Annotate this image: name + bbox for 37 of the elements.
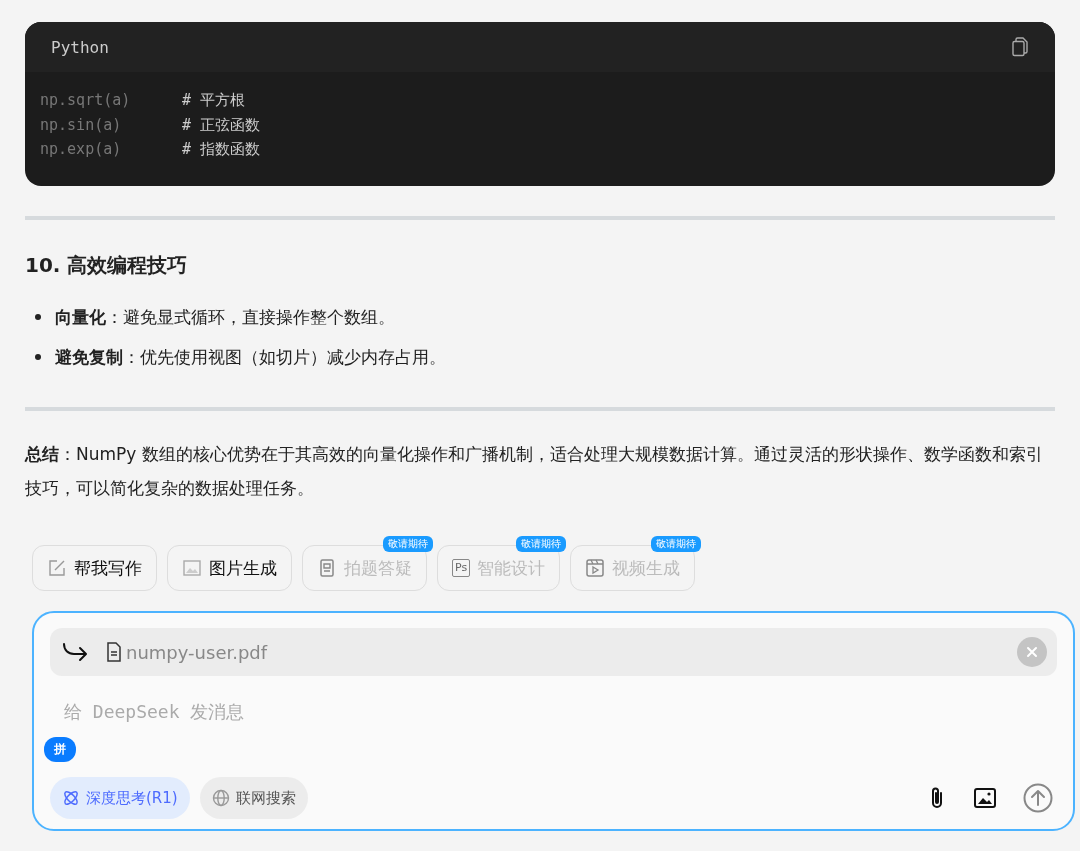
bullet-dot	[35, 354, 41, 360]
code-comment: # 指数函数	[182, 139, 261, 160]
paperclip-icon[interactable]	[929, 785, 945, 811]
attachment-filename: numpy-user.pdf	[126, 641, 268, 663]
coming-soon-badge: 敬请期待	[383, 536, 433, 552]
image-icon	[182, 558, 202, 578]
quick-action-button[interactable]: 图片生成	[167, 545, 292, 591]
message-input[interactable]: 给 DeepSeek 发消息	[62, 700, 666, 723]
reply-arrow-icon	[62, 642, 88, 662]
bullet-text: 避免复制：优先使用视图（如切片）减少内存占用。	[55, 345, 446, 369]
file-icon	[106, 642, 122, 662]
atom-icon	[62, 789, 80, 807]
summary-paragraph: 总结：NumPy 数组的核心优势在于其高效的向量化操作和广播机制，适合处理大规模数据计算。通过灵活的形状操作、数学函数和索引技巧，可以简化复杂的数据处理任务。	[25, 443, 1044, 500]
code-text: np.sin(a)	[40, 114, 123, 136]
code-comment: # 正弦函数	[182, 114, 261, 136]
video-icon	[585, 558, 606, 578]
bullet-dot	[35, 314, 41, 320]
code-text: np.exp(a)	[40, 139, 123, 160]
mode-toggle[interactable]: 深度思考(R1)	[50, 777, 190, 819]
globe-icon	[211, 789, 230, 807]
coming-soon-badge: 敬请期待	[516, 536, 567, 552]
quick-action-button[interactable]: 帮我写作	[32, 545, 157, 591]
code-text: np.sqrt(a)	[40, 90, 132, 111]
code-comment: # 平方根	[182, 90, 246, 111]
document-icon	[317, 558, 337, 578]
coming-soon-badge: 敬请期待	[651, 536, 702, 552]
section-heading: 10. 高效编程技巧	[25, 252, 189, 279]
send-icon[interactable]	[1023, 783, 1053, 813]
ps-icon: Ps	[452, 559, 471, 577]
copy-icon[interactable]	[1011, 37, 1029, 57]
mode-toggle[interactable]: 联网搜索	[199, 777, 308, 819]
image-upload-icon[interactable]	[973, 787, 997, 809]
pencil-square-icon	[47, 558, 67, 578]
bullet-text: 向量化：避免显式循环，直接操作整个数组。	[55, 305, 395, 329]
code-language: Python	[51, 37, 109, 57]
x-icon	[1026, 646, 1038, 658]
ime-indicator: 拼	[44, 737, 76, 762]
